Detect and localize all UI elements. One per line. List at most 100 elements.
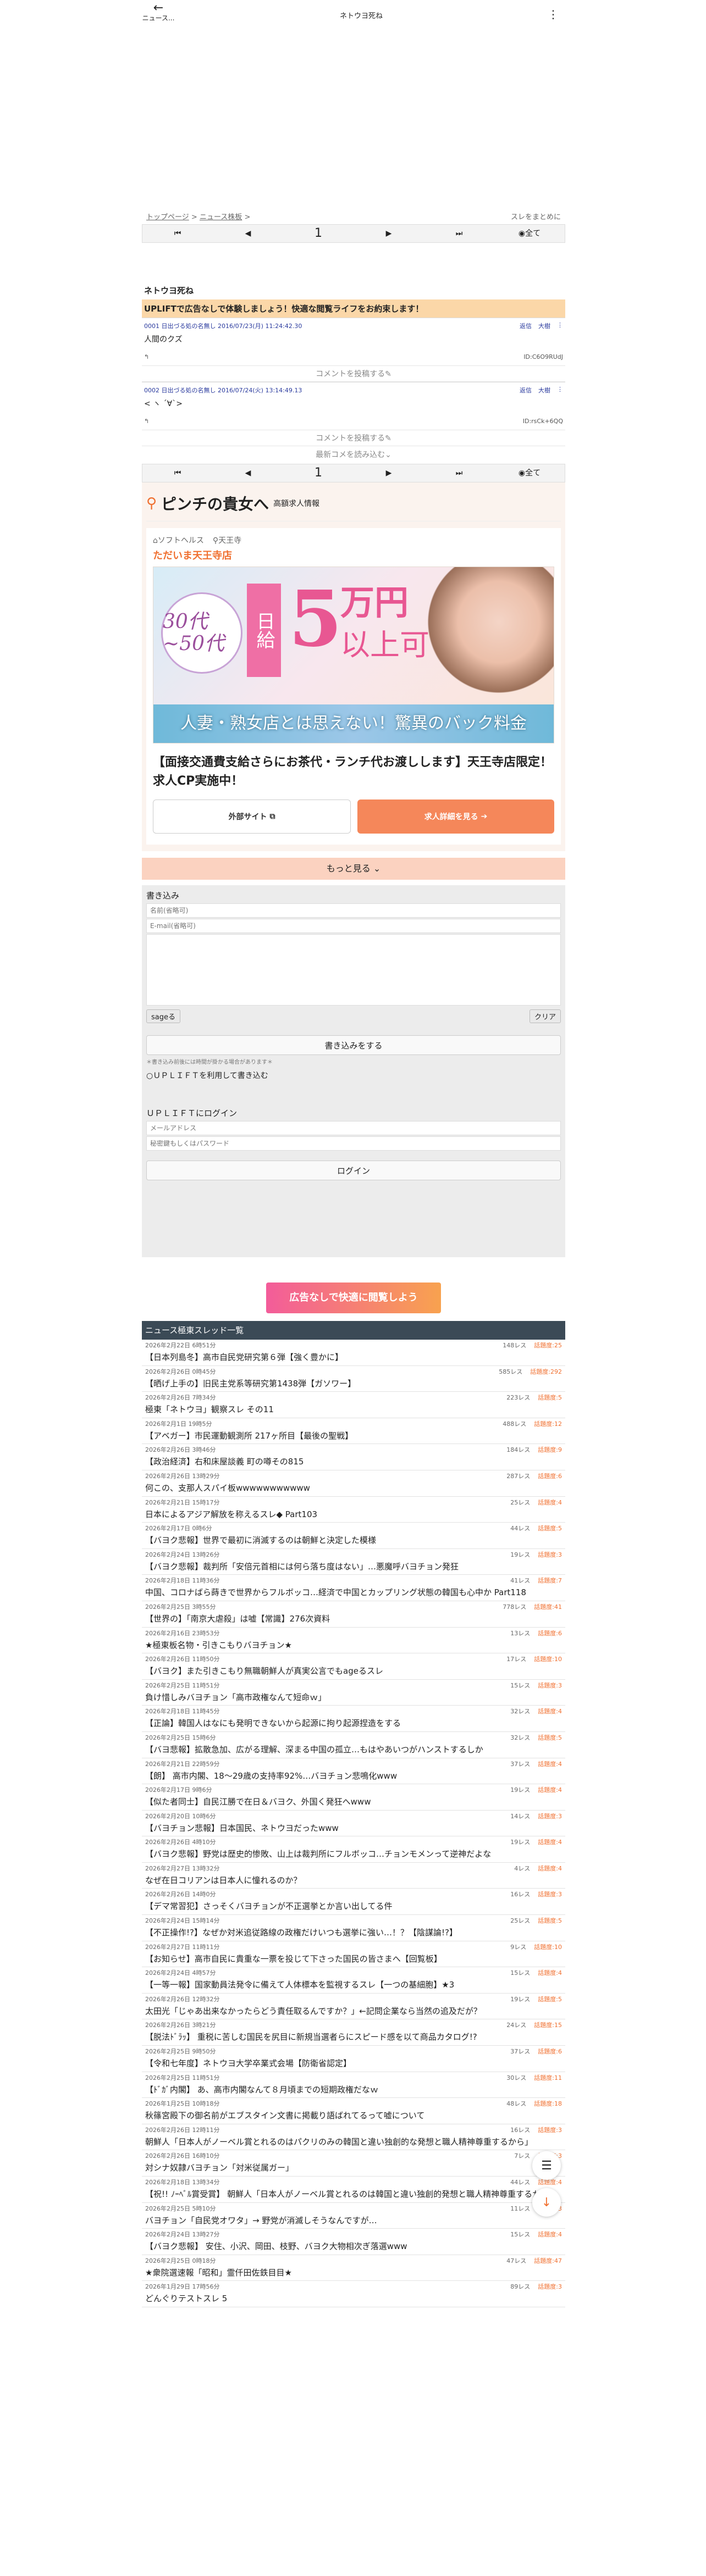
thread-item-title[interactable]: ★極東板名物・引きこもりバヨチョン★ <box>145 1639 562 1652</box>
reply-link[interactable]: 返信 <box>520 386 532 396</box>
thread-list-item[interactable]: 2026年2月26日 0時45分 585レス 話題度:292 【晒げ上手の】旧民主党系… <box>142 1366 565 1392</box>
thread-item-title[interactable]: 極東「ネトウヨ」観察スレ その11 <box>145 1403 562 1416</box>
uplift-checkbox[interactable]: ○ <box>146 1072 153 1080</box>
thread-list-item[interactable]: 2026年2月18日 11時36分 41レス 話題度:7 中国、コロナばら蒔きで世界か… <box>142 1575 565 1601</box>
thread-list-item[interactable]: 2026年2月25日 0時18分 47レス 話題度:47 ★衆院選速報「昭和」霊仟田佐… <box>142 2255 565 2281</box>
comment-button[interactable]: コメントを投稿する✎ <box>142 365 565 382</box>
thread-item-title[interactable]: 中国、コロナばら蒔きで世界からフルボッコ…経済で中国とカップリング状態の韓国も心… <box>145 1586 562 1599</box>
thread-list-item[interactable]: 2026年2月24日 15時14分 25レス 話題度:5 【不正操作!?】なぜか対米追… <box>142 1915 565 1941</box>
sage-button[interactable]: sageる <box>146 1009 180 1023</box>
tree-link[interactable]: 大樹 <box>538 321 550 331</box>
thread-list-item[interactable]: 2026年2月25日 15時6分 32レス 話題度:5 【バヨ悲報】拡散急加、広がる理… <box>142 1732 565 1758</box>
more-button[interactable]: もっと見る ⌄ <box>142 858 565 880</box>
thread-item-title[interactable]: 【ﾄﾞｶﾞ内閣】 あ、高市内閣なんて８月頃までの短期政権だなｗ <box>145 2083 562 2096</box>
thread-item-title[interactable]: 【正論】韓国人はなにも発明できないから起源に拘り起源捏造をする <box>145 1717 562 1730</box>
ad-card[interactable]: ⌂ソフトヘルス ⚲天王寺 ただいま天王寺店 30代~50代 日給 5 万円 以上… <box>146 528 561 845</box>
thread-item-title[interactable]: 【デマ常習犯】さっそくバヨチョンが不正選挙とか言い出してる件 <box>145 1900 562 1913</box>
thread-item-title[interactable]: 【アベガー】市民運動観測所 217ヶ所目【最後の聖戦】 <box>145 1429 562 1442</box>
thread-item-title[interactable]: バヨチョン「自民党オワタ」→ 野党が消滅しそうなんですが… <box>145 2214 562 2227</box>
thread-list-item[interactable]: 2026年2月18日 13時34分 44レス 話題度:4 【祝!! ﾉｰﾍﾞﾙ賞受賞】… <box>142 2177 565 2203</box>
thread-item-title[interactable]: 【晒げ上手の】旧民主党系等研究第1438弾【ガソワー】 <box>145 1377 562 1390</box>
thread-item-title[interactable]: 【バヨク悲報】 安住、小沢、岡田、枝野、バヨク大物相次ぎ落選www <box>145 2240 562 2253</box>
thread-list-item[interactable]: 2026年2月26日 4時10分 19レス 話題度:4 【バヨク悲報】野党は歴史的惨敗… <box>142 1836 565 1863</box>
thread-list-item[interactable]: 2026年2月25日 9時50分 37レス 話題度:6 【令和七年度】ネトウヨ大学卒業… <box>142 2046 565 2072</box>
thread-item-title[interactable]: 【似た者同士】自民江勝で在日＆バヨク、外国く発狂へwww <box>145 1795 562 1808</box>
thread-list-item[interactable]: 2026年2月24日 13時27分 15レス 話題度:4 【バヨク悲報】 安住、小沢、… <box>142 2229 565 2255</box>
thread-item-title[interactable]: 【バヨ悲報】拡散急加、広がる理解、深まる中国の孤立…もはやあいつがハンストするし… <box>145 1743 562 1756</box>
thread-list-item[interactable]: 2026年2月26日 12時11分 16レス 話題度:3 朝鮮人「日本人がノーベル賞と… <box>142 2124 565 2151</box>
back-button[interactable]: ← ニュース... <box>142 2 175 23</box>
job-detail-button[interactable]: 求人詳細を見る ➔ <box>357 800 554 834</box>
matome-link[interactable]: スレをまとめに <box>511 211 561 221</box>
thread-list-item[interactable]: 2026年2月16日 23時53分 13レス 話題度:6 ★極東板名物・引きこもりバヨ… <box>142 1628 565 1654</box>
thread-item-title[interactable]: 対シナ奴隷バヨチョン「対米従属ガー」 <box>145 2161 562 2174</box>
prev-page-icon[interactable]: ◀ <box>213 224 283 243</box>
prev-page-icon[interactable]: ◀ <box>213 464 283 482</box>
page-number[interactable]: 1 <box>283 224 354 243</box>
thread-list-item[interactable]: 2026年2月26日 16時10分7レス話題度:3対シナ奴隷バヨチョン「対米従属… <box>142 2150 565 2177</box>
kebab-icon[interactable]: ⋮ <box>557 321 563 331</box>
login-email-input[interactable] <box>146 1121 561 1135</box>
kebab-icon[interactable]: ⋮ <box>548 8 559 21</box>
thread-item-title[interactable]: 【脱法ﾄﾞﾗｯ】 重税に苦しむ国民を尻目に新規当選者らにスピード感を以て商品カタ… <box>145 2030 562 2044</box>
comment-button[interactable]: コメントを投稿する✎ <box>142 430 565 446</box>
reply-link[interactable]: 返信 <box>520 321 532 331</box>
submit-button[interactable]: 書き込みをする <box>146 1035 561 1055</box>
message-textarea[interactable] <box>146 934 561 1006</box>
tree-link[interactable]: 大樹 <box>538 386 550 396</box>
thread-item-title[interactable]: 【バヨク悲報】世界で最初に消滅するのは朝鮮と決定した模様 <box>145 1534 562 1547</box>
thread-list-item[interactable]: 2026年2月25日 3時55分 778レス 話題度:41 【世界の】「南京大虐殺」は… <box>142 1601 565 1628</box>
breadcrumb-news-link[interactable]: ニュース株板 <box>200 213 242 221</box>
thread-item-title[interactable]: 【不正操作!?】なぜか対米追従路線の政権だけいつも選挙に強い…！？【陰謀論!?】 <box>145 1926 562 1939</box>
list-menu-button[interactable]: ☰ <box>532 2151 561 2180</box>
thread-item-title[interactable]: 【朗】 高市内閣、18～29歳の支持率92%…バヨチョン悲鳴化www <box>145 1769 562 1783</box>
thread-item-title[interactable]: 朝鮮人「日本人がノーベル賞とれるのはパクリのみの韓国と違い独創的な発想と職人精神… <box>145 2135 562 2148</box>
thread-list-item[interactable]: 2026年2月25日 5時10分11レス話題度:3バヨチョン「自民党オワタ」→ … <box>142 2203 565 2229</box>
thread-item-title[interactable]: なぜ在日コリアンは日本人に憧れるのか？ <box>145 1874 562 1887</box>
thread-list-item[interactable]: 2026年2月26日 12時32分 19レス 話題度:5 太田光「じゃあ出来なかったら… <box>142 1994 565 2020</box>
login-password-input[interactable] <box>146 1136 561 1151</box>
ad-image[interactable]: 30代~50代 日給 5 万円 以上可 人妻・熟女店とは思えない！驚異のバック料… <box>153 567 554 743</box>
thread-list-item[interactable]: 2026年2月25日 11時51分 15レス 話題度:3 負け惜しみバヨチョン「高市政… <box>142 1680 565 1706</box>
scroll-down-button[interactable]: ↓ <box>532 2188 561 2217</box>
external-site-button[interactable]: 外部サイト ⧉ <box>153 800 351 834</box>
thread-item-title[interactable]: 【政治経済】右和床屋談義 町の噂その815 <box>145 1455 562 1468</box>
thread-item-title[interactable]: 【バヨク悲報】裁判所「安倍元首相には何ら落ち度はない」…悪魔呼バヨチョン発狂 <box>145 1560 562 1573</box>
thread-item-title[interactable]: 負け惜しみバヨチョン「高市政権なんて短命ｗ」 <box>145 1691 562 1704</box>
thread-item-title[interactable]: どんぐりテストスレ 5 <box>145 2292 562 2305</box>
last-page-icon[interactable]: ⏭ <box>424 224 494 243</box>
thread-list-item[interactable]: 2026年2月26日 3時46分 184レス 話題度:9 【政治経済】右和床屋談義 町… <box>142 1444 565 1470</box>
thread-list-item[interactable]: 2026年2月17日 0時6分 44レス 話題度:5 【バヨク悲報】世界で最初に消滅す… <box>142 1523 565 1549</box>
thread-item-title[interactable]: 【バヨク】また引きこもり無職朝鮮人が真実公言でもageるスレ <box>145 1664 562 1678</box>
thread-list-item[interactable]: 2026年2月22日 6時51分 148レス 話題度:25 【日本列島冬】高市自民党研… <box>142 1340 565 1366</box>
read-latest-button[interactable]: 最新コメを読み込む⌄ <box>142 446 565 464</box>
first-page-icon[interactable]: ⏮ <box>142 224 213 243</box>
reply-icon[interactable]: ↰ <box>144 353 149 363</box>
uplift-banner[interactable]: UPLIFTで広告なしで体験しましょう！快適な閲覧ライフをお約束します！ <box>142 299 565 318</box>
show-all-button[interactable]: ◉全て <box>494 464 565 482</box>
thread-item-title[interactable]: 秋篠宮殿下の御名前がエブスタイン文書に掲載り語ばれてるって嘘について <box>145 2109 562 2122</box>
thread-item-title[interactable]: 【バヨチョン悲報】日本国民、ネトウヨだったwww <box>145 1822 562 1835</box>
thread-list-item[interactable]: 2026年2月24日 4時57分 15レス 話題度:4 【一等一報】国家動員法発令に備… <box>142 1967 565 1994</box>
thread-item-title[interactable]: 【一等一報】国家動員法発令に備えて人体標本を監視するスレ【一つの基細胞】★3 <box>145 1978 562 1991</box>
thread-list-item[interactable]: 2026年1月25日 10時18分 48レス 話題度:18 秋篠宮殿下の御名前がエブス… <box>142 2098 565 2124</box>
thread-list-item[interactable]: 2026年2月18日 11時45分 32レス 話題度:4 【正論】韓国人はなにも発明で… <box>142 1706 565 1732</box>
thread-item-title[interactable]: 【令和七年度】ネトウヨ大学卒業式会場【防衛省認定】 <box>145 2057 562 2070</box>
thread-item-title[interactable]: 【世界の】「南京大虐殺」は嘘【常識】276次資料 <box>145 1612 562 1625</box>
thread-item-title[interactable]: 何この、支那人スパイ板wwwwwwwwwww <box>145 1481 562 1495</box>
breadcrumb-top-link[interactable]: トップページ <box>146 213 189 221</box>
next-page-icon[interactable]: ▶ <box>354 464 424 482</box>
thread-item-title[interactable]: ★衆院選速報「昭和」霊仟田佐鉄目目★ <box>145 2266 562 2279</box>
thread-list-item[interactable]: 2026年2月26日 7時34分 223レス 話題度:5 極東「ネトウヨ」観察スレ そ… <box>142 1392 565 1418</box>
kebab-icon[interactable]: ⋮ <box>557 386 563 396</box>
thread-list-item[interactable]: 2026年2月27日 11時11分 9レス 話題度:10 【お知らせ】高市自民に貴重な… <box>142 1941 565 1968</box>
page-number[interactable]: 1 <box>283 464 354 482</box>
thread-list-item[interactable]: 2026年2月25日 11時51分 30レス 話題度:11 【ﾄﾞｶﾞ内閣】 あ、高市… <box>142 2072 565 2098</box>
login-button[interactable]: ログイン <box>146 1161 561 1180</box>
next-page-icon[interactable]: ▶ <box>354 224 424 243</box>
thread-item-title[interactable]: 太田光「じゃあ出来なかったらどう責任取るんですか？」←記問企業なら当然の追及だが… <box>145 2005 562 2018</box>
thread-list-item[interactable]: 2026年2月24日 13時26分 19レス 話題度:3 【バヨク悲報】裁判所「安倍元… <box>142 1549 565 1575</box>
reply-icon[interactable]: ↰ <box>144 418 149 428</box>
thread-list-item[interactable]: 2026年1月29日 17時56分 89レス 話題度:3 どんぐりテストスレ 5 <box>142 2281 565 2307</box>
thread-item-title[interactable]: 【日本列島冬】高市自民党研究第６弾【強く豊かに】 <box>145 1351 562 1364</box>
